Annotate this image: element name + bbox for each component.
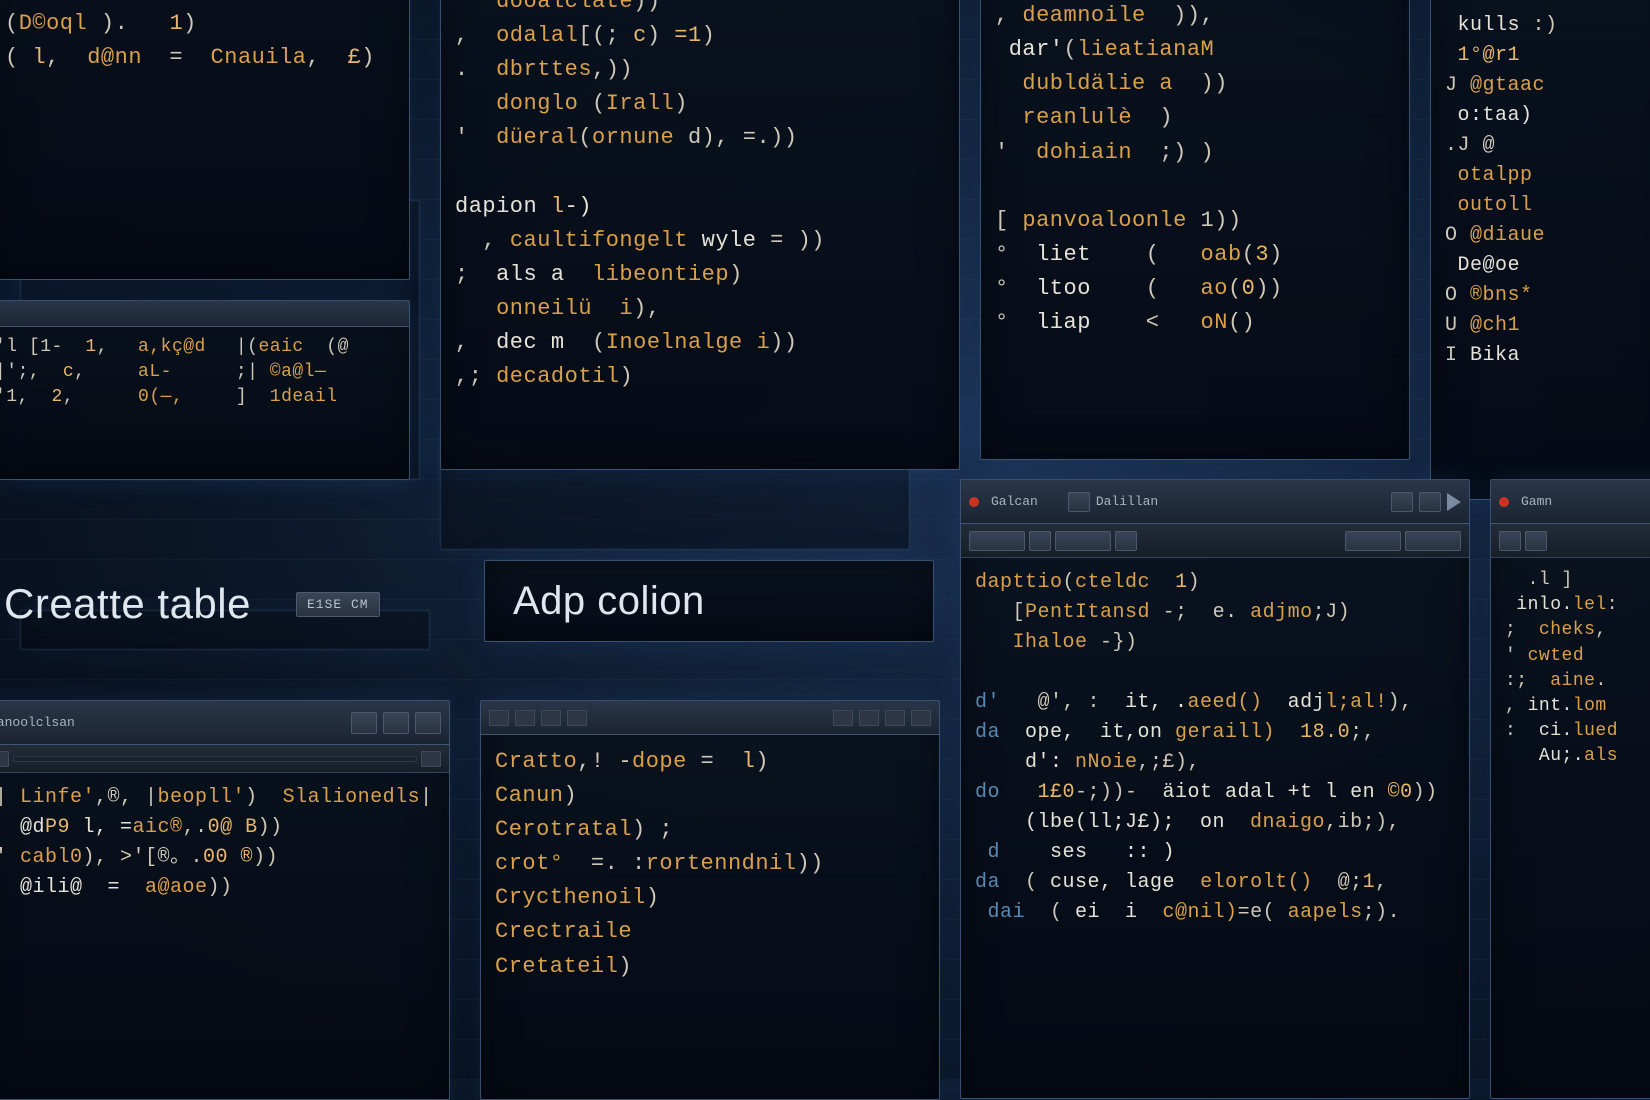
code-area[interactable]: | Linfe',®, |beopll') Slalionedls| @dP9 … [0,773,449,913]
toolbar-btn[interactable] [489,710,509,726]
toolbar-btn[interactable] [911,710,931,726]
toolbar-btn[interactable] [421,751,441,767]
tag-label: E1SE CM [296,592,380,617]
ide-toolbar[interactable] [1491,524,1650,558]
toolbar-btn[interactable] [1029,531,1051,551]
toolbar-btn[interactable] [0,751,9,767]
status-dot-icon [1499,497,1509,507]
editor-titlebar[interactable]: Banoolclsan [0,701,449,745]
code-window-top-left: _ D@d6 [ ( ( Déodlatea oa@) ((Dinmiwa II… [0,0,410,280]
col-2: a,kç@d aL- 0(—, [138,335,206,411]
editor-window-bottom-center: Cratto,! -dope = l) Canun) Cerotratal) ;… [480,700,940,1100]
headline-create-table: Creatte table [4,580,251,628]
toolbar-btn[interactable] [1345,531,1401,551]
code-area[interactable]: _ D@d6 [ ( ( Déodlatea oa@) ((Dinmiwa II… [0,0,409,86]
code-area[interactable]: Cratto,! -dope = l) Canun) Cerotratal) ;… [481,735,939,994]
code-area[interactable]: quat vtaoge )) doot reseal)) , deamnoile… [981,0,1409,350]
code-area[interactable]: bonleite (Crmatiogpie, ,—,. döoalclate))… [441,0,959,404]
toolbar-btn[interactable] [1115,531,1137,551]
play-icon[interactable] [1447,493,1461,511]
editor-titlebar[interactable] [481,701,939,735]
app-title: Gamn [1521,494,1552,509]
status-dot-icon [969,497,979,507]
toolbar-btn[interactable] [1499,531,1521,551]
toolbar-btn[interactable] [859,710,879,726]
table-body: 'l [1- 1, |';, c, '1, 2, a,kç@d aL- 0(—,… [0,327,409,419]
code-area[interactable]: dapttio(cteldc 1) [PentItansd -; e. adjm… [961,558,1469,938]
toolbar-btn[interactable] [567,710,587,726]
code-window-far-right: lr ahl ° Difaoe kulls :) 1°@r1 J @gtaac … [1430,0,1650,500]
toolbar-btn[interactable] [1525,531,1547,551]
col-1: 'l [1- 1, |';, c, '1, 2, [0,335,108,411]
ide-window-bottom-right: Galcan Dalillan dapttio(cteldc 1) [PentI… [960,479,1470,1099]
title-text: Banoolclsan [0,715,75,730]
titlebar-button[interactable] [383,712,409,734]
table-titlebar[interactable] [0,301,409,327]
ide-window-far-right: Gamn .l ] inlo.lel: ; cheks, ' cwted :; … [1490,479,1650,1099]
toolbar-btn[interactable] [541,710,561,726]
headline-adp-colion: Adp colion [513,579,705,624]
titlebar-button[interactable] [1391,492,1413,512]
titlebar-button[interactable] [1068,492,1090,512]
toolbar-track[interactable] [13,756,417,762]
titlebar-button[interactable] [1419,492,1441,512]
subtitle: Dalillan [1096,494,1158,509]
ide-toolbar[interactable] [961,524,1469,558]
toolbar-btn[interactable] [1405,531,1461,551]
app-title: Galcan [991,494,1038,509]
code-area[interactable]: lr ahl ° Difaoe kulls :) 1°@r1 J @gtaac … [1431,0,1650,381]
code-area[interactable]: .l ] inlo.lel: ; cheks, ' cwted :; aine.… [1491,558,1650,780]
toolbar-btn[interactable] [515,710,535,726]
editor-toolbar[interactable] [0,745,449,773]
toolbar-btn[interactable] [969,531,1025,551]
code-window-top-right: quat vtaoge )) doot reseal)) , deamnoile… [980,0,1410,460]
col-3: |(eaic (@ ;| ©a@l— ] 1deail [236,335,349,411]
code-window-top-center: bonleite (Crmatiogpie, ,—,. döoalclate))… [440,0,960,470]
ide-titlebar[interactable]: Galcan Dalillan [961,480,1469,524]
headline-panel-adp: Adp colion [484,560,934,642]
titlebar-button[interactable] [415,712,441,734]
toolbar-btn[interactable] [833,710,853,726]
ide-titlebar[interactable]: Gamn [1491,480,1650,524]
toolbar-btn[interactable] [1055,531,1111,551]
editor-window-bottom-left: Banoolclsan | Linfe',®, |beopll') Slalio… [0,700,450,1100]
toolbar-btn[interactable] [885,710,905,726]
table-window-mid-left: 'l [1- 1, |';, c, '1, 2, a,kç@d aL- 0(—,… [0,300,410,480]
titlebar-button[interactable] [351,712,377,734]
create-table-tag[interactable]: E1SE CM [296,592,380,617]
